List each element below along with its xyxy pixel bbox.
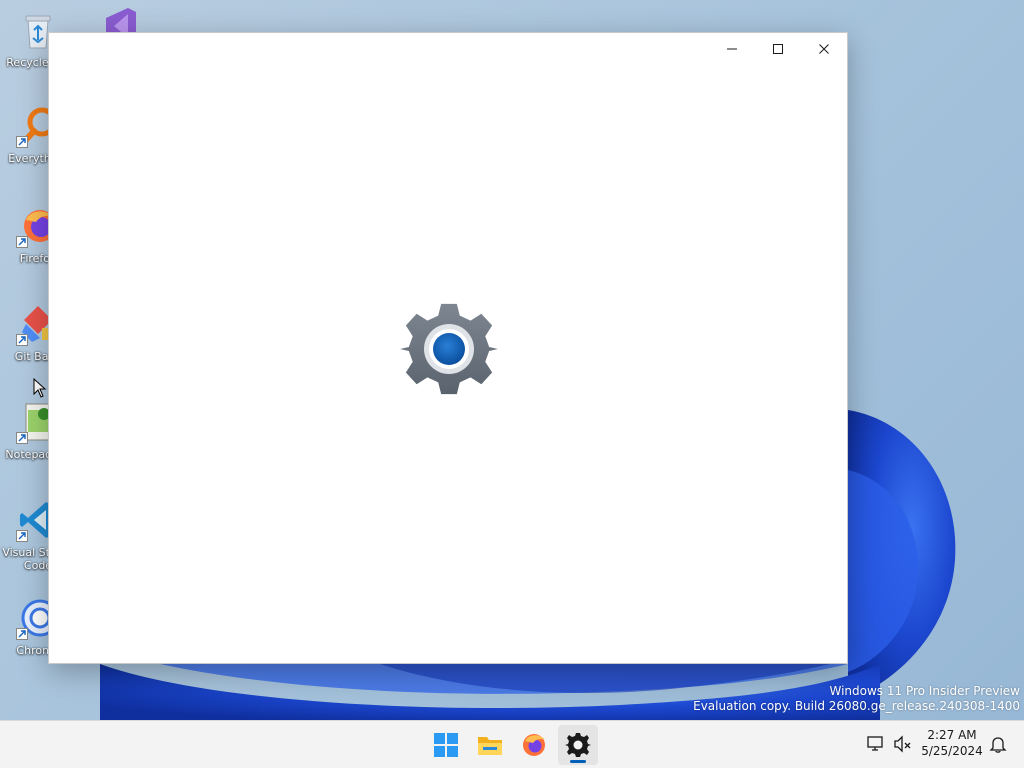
shortcut-arrow-icon [16, 334, 28, 346]
minimize-button[interactable] [709, 33, 755, 65]
maximize-button[interactable] [755, 33, 801, 65]
title-bar[interactable] [49, 33, 847, 65]
shortcut-arrow-icon [16, 530, 28, 542]
taskbar-start-button[interactable] [426, 725, 466, 765]
settings-gear-icon [400, 303, 498, 395]
shortcut-arrow-icon [16, 236, 28, 248]
shortcut-arrow-icon [16, 432, 28, 444]
shortcut-arrow-icon [16, 136, 28, 148]
clock-date: 5/25/2024 [921, 744, 983, 758]
start-icon [434, 733, 458, 757]
file-explorer-icon [478, 737, 502, 755]
network-icon[interactable] [866, 734, 886, 754]
maximize-icon [773, 44, 783, 54]
notification-bell-icon[interactable] [988, 734, 1008, 754]
taskbar-file-explorer[interactable] [470, 725, 510, 765]
windows-watermark: Windows 11 Pro Insider Preview Evaluatio… [693, 684, 1020, 714]
clock-time: 2:27 AM [927, 728, 977, 742]
close-icon [819, 44, 829, 54]
minimize-icon [727, 48, 737, 50]
settings-gear-icon [565, 733, 591, 757]
shortcut-arrow-icon [16, 628, 28, 640]
watermark-edition: Windows 11 Pro Insider Preview [829, 684, 1020, 698]
watermark-build: Evaluation copy. Build 26080.ge_release.… [693, 699, 1020, 713]
taskbar-firefox[interactable] [514, 725, 554, 765]
mouse-pointer-icon [33, 378, 47, 398]
settings-window[interactable] [48, 32, 848, 664]
taskbar-clock[interactable]: 2:27 AM 5/25/2024 [918, 727, 986, 759]
running-indicator [570, 760, 586, 763]
close-button[interactable] [801, 33, 847, 65]
volume-muted-icon[interactable] [892, 734, 912, 754]
taskbar-settings[interactable] [558, 725, 598, 765]
firefox-icon [523, 734, 545, 756]
